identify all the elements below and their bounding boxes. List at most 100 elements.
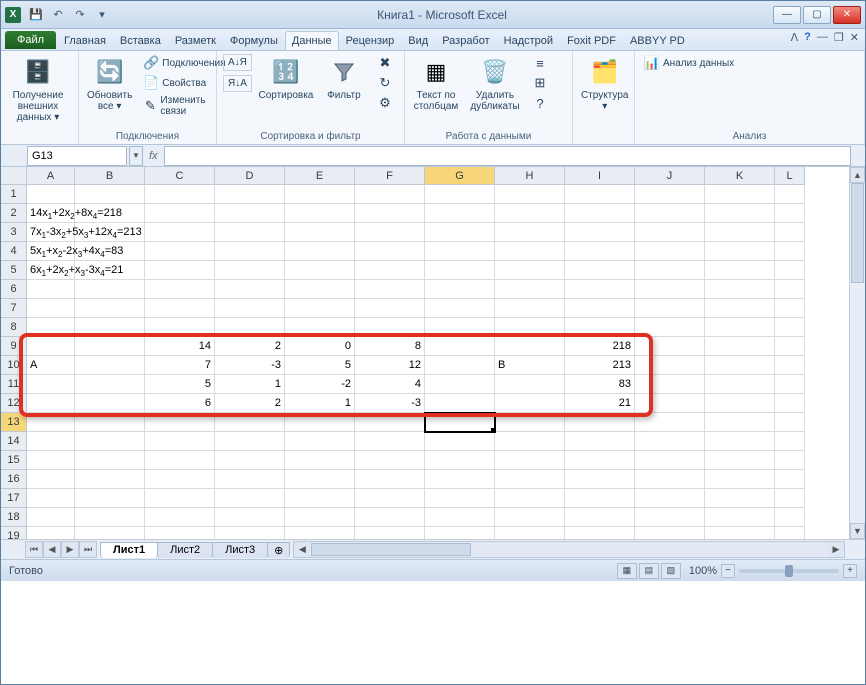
- cell-G15[interactable]: [425, 451, 495, 470]
- sheet-tab-Лист1[interactable]: Лист1: [100, 542, 158, 558]
- cell-F17[interactable]: [355, 489, 425, 508]
- data-validation-button[interactable]: ≡: [529, 54, 551, 72]
- cell-H2[interactable]: [495, 204, 565, 223]
- cell-D2[interactable]: [215, 204, 285, 223]
- col-header-J[interactable]: J: [635, 167, 705, 185]
- sheet-nav-first[interactable]: ⏮: [25, 541, 43, 558]
- row-header-10[interactable]: 10: [1, 356, 27, 375]
- cell-C11[interactable]: 5: [145, 375, 215, 394]
- cell-J15[interactable]: [635, 451, 705, 470]
- cell-F5[interactable]: [355, 261, 425, 280]
- cell-G16[interactable]: [425, 470, 495, 489]
- cell-F16[interactable]: [355, 470, 425, 489]
- cell-B18[interactable]: [75, 508, 145, 527]
- cell-I7[interactable]: [565, 299, 635, 318]
- cell-F4[interactable]: [355, 242, 425, 261]
- cell-B12[interactable]: [75, 394, 145, 413]
- advanced-filter-button[interactable]: ⚙: [374, 94, 396, 112]
- ribbon-tab-формулы[interactable]: Формулы: [223, 31, 285, 50]
- cell-A9[interactable]: [27, 337, 75, 356]
- cell-C8[interactable]: [145, 318, 215, 337]
- cell-C6[interactable]: [145, 280, 215, 299]
- cell-G5[interactable]: [425, 261, 495, 280]
- cell-D18[interactable]: [215, 508, 285, 527]
- cell-L17[interactable]: [775, 489, 805, 508]
- scroll-up-button[interactable]: ▲: [850, 167, 865, 183]
- cell-J11[interactable]: [635, 375, 705, 394]
- cell-C10[interactable]: 7: [145, 356, 215, 375]
- cell-F14[interactable]: [355, 432, 425, 451]
- cell-D1[interactable]: [215, 185, 285, 204]
- cell-J6[interactable]: [635, 280, 705, 299]
- cell-B1[interactable]: [75, 185, 145, 204]
- cell-A6[interactable]: [27, 280, 75, 299]
- cell-E1[interactable]: [285, 185, 355, 204]
- cell-F9[interactable]: 8: [355, 337, 425, 356]
- cell-K3[interactable]: [705, 223, 775, 242]
- cell-K10[interactable]: [705, 356, 775, 375]
- cell-H12[interactable]: [495, 394, 565, 413]
- cell-H5[interactable]: [495, 261, 565, 280]
- cell-L12[interactable]: [775, 394, 805, 413]
- cell-I19[interactable]: [565, 527, 635, 539]
- cell-D10[interactable]: -3: [215, 356, 285, 375]
- row-header-2[interactable]: 2: [1, 204, 27, 223]
- cell-B13[interactable]: [75, 413, 145, 432]
- cell-L10[interactable]: [775, 356, 805, 375]
- col-header-A[interactable]: A: [27, 167, 75, 185]
- cell-K8[interactable]: [705, 318, 775, 337]
- cell-H1[interactable]: [495, 185, 565, 204]
- cell-C4[interactable]: [145, 242, 215, 261]
- undo-button[interactable]: ↶: [49, 6, 67, 24]
- row-header-19[interactable]: 19: [1, 527, 27, 539]
- cell-L15[interactable]: [775, 451, 805, 470]
- ribbon-tab-надстрой[interactable]: Надстрой: [497, 31, 560, 50]
- cell-J18[interactable]: [635, 508, 705, 527]
- cell-C5[interactable]: [145, 261, 215, 280]
- cell-G10[interactable]: [425, 356, 495, 375]
- row-header-11[interactable]: 11: [1, 375, 27, 394]
- name-box-dropdown[interactable]: ▼: [129, 146, 143, 166]
- row-header-9[interactable]: 9: [1, 337, 27, 356]
- cell-H19[interactable]: [495, 527, 565, 539]
- cell-J4[interactable]: [635, 242, 705, 261]
- cell-B14[interactable]: [75, 432, 145, 451]
- cell-A1[interactable]: [27, 185, 75, 204]
- cell-A18[interactable]: [27, 508, 75, 527]
- cell-K17[interactable]: [705, 489, 775, 508]
- doc-minimize-icon[interactable]: —: [817, 31, 828, 44]
- cell-G2[interactable]: [425, 204, 495, 223]
- cells-area[interactable]: 14x1+2x2+8x4=2187x1-3x2+5x3+12x4=2135x1+…: [27, 185, 805, 539]
- fx-button[interactable]: fx: [149, 150, 158, 162]
- cell-G7[interactable]: [425, 299, 495, 318]
- cell-L4[interactable]: [775, 242, 805, 261]
- ribbon-tab-вставка[interactable]: Вставка: [113, 31, 168, 50]
- cell-G14[interactable]: [425, 432, 495, 451]
- ribbon-tab-разметк[interactable]: Разметк: [168, 31, 223, 50]
- cell-I3[interactable]: [565, 223, 635, 242]
- scroll-right-button[interactable]: ▶: [828, 542, 844, 557]
- formula-bar[interactable]: [164, 146, 851, 166]
- cell-A12[interactable]: [27, 394, 75, 413]
- sheet-tab-Лист3[interactable]: Лист3: [212, 542, 268, 558]
- sort-asc-button[interactable]: А↓Я: [223, 54, 252, 71]
- col-header-E[interactable]: E: [285, 167, 355, 185]
- save-button[interactable]: 💾: [27, 6, 45, 24]
- cell-B5[interactable]: [75, 261, 145, 280]
- ribbon-tab-разработ[interactable]: Разработ: [435, 31, 496, 50]
- cell-C14[interactable]: [145, 432, 215, 451]
- cell-E4[interactable]: [285, 242, 355, 261]
- cell-H16[interactable]: [495, 470, 565, 489]
- cell-I4[interactable]: [565, 242, 635, 261]
- sheet-nav-last[interactable]: ⏭: [79, 541, 97, 558]
- row-header-3[interactable]: 3: [1, 223, 27, 242]
- cell-G13[interactable]: [425, 413, 495, 432]
- cell-K15[interactable]: [705, 451, 775, 470]
- cell-C18[interactable]: [145, 508, 215, 527]
- new-sheet-button[interactable]: ⊕: [267, 542, 290, 558]
- cell-I17[interactable]: [565, 489, 635, 508]
- cell-D16[interactable]: [215, 470, 285, 489]
- hscroll-thumb[interactable]: [311, 543, 471, 556]
- cell-L11[interactable]: [775, 375, 805, 394]
- cell-C13[interactable]: [145, 413, 215, 432]
